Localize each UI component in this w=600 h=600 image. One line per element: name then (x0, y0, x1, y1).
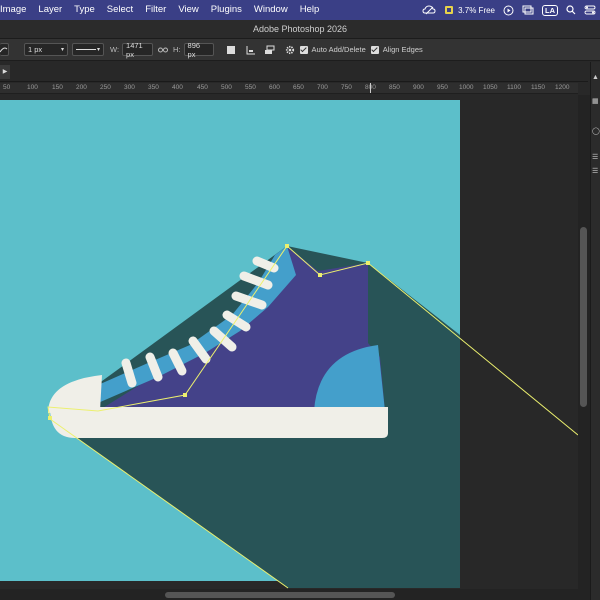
artboard[interactable] (0, 95, 578, 600)
stroke-width-value: 1 px (28, 45, 43, 54)
ruler-label: 700 (317, 84, 328, 91)
ruler-label: 450 (197, 84, 208, 91)
horizontal-ruler: 50 100 150 200 250 300 350 400 450 500 5… (0, 83, 578, 94)
ruler-label: 850 (389, 84, 400, 91)
anchor-point[interactable] (318, 273, 322, 277)
ruler-label: 500 (221, 84, 232, 91)
ruler-label: 400 (172, 84, 183, 91)
menu-view[interactable]: View (172, 0, 204, 20)
cpu-status[interactable]: 3.7% Free (444, 3, 495, 17)
vertical-scrollbar[interactable] (578, 95, 590, 600)
chevron-down-icon: ▾ (60, 47, 64, 53)
align-edges-label: Align Edges (382, 45, 423, 54)
horizontal-scrollbar[interactable] (0, 589, 578, 600)
menu-window[interactable]: Window (248, 0, 294, 20)
ruler-label: 950 (437, 84, 448, 91)
memory-icon (444, 3, 454, 17)
ruler-label: 150 (52, 84, 63, 91)
right-panel-strip: ▲ ▦ ◯ ☰ ☰ (590, 62, 600, 600)
vertical-scroll-thumb[interactable] (580, 227, 587, 407)
path-operations-icon[interactable] (226, 45, 236, 55)
height-field[interactable]: 896 px (183, 41, 214, 59)
chevron-right-icon[interactable]: ▶ (0, 65, 10, 79)
input-source-badge[interactable]: LA (542, 4, 558, 16)
ruler-label: 50 (3, 84, 11, 91)
menu-select[interactable]: Select (101, 0, 139, 20)
anchor-point[interactable] (366, 261, 370, 265)
ruler-label: 750 (341, 84, 352, 91)
ruler-label: 1200 (555, 84, 570, 91)
photoshop-window: Image Layer Type Select Filter View Plug… (0, 0, 600, 600)
document-tab-strip: ▶ (0, 62, 588, 82)
adjustments-icon[interactable]: ◯ (592, 128, 600, 136)
status-area: 3.7% Free LA (422, 0, 596, 20)
menu-plugins[interactable]: Plugins (205, 0, 248, 20)
path-alignment-icon[interactable] (246, 45, 256, 55)
ruler-label: 650 (293, 84, 304, 91)
play-circle-icon[interactable] (503, 3, 514, 17)
horizontal-scroll-thumb[interactable] (165, 592, 395, 598)
control-center-icon[interactable] (584, 3, 596, 17)
menu-filter[interactable]: Filter (139, 0, 172, 20)
options-bar: 1 px ▾ ▾ W: 1471 px H: 896 px Auto Add/D… (0, 39, 600, 61)
link-icon[interactable] (158, 46, 169, 54)
ruler-label: 1150 (531, 84, 545, 91)
stroke-line-dropdown[interactable]: ▾ (72, 43, 104, 56)
cloud-sync-icon[interactable] (422, 3, 436, 17)
align-edges-checkbox[interactable] (370, 45, 379, 54)
ruler-label: 100 (27, 84, 38, 91)
window-title: Adobe Photoshop 2026 (0, 20, 600, 39)
panel-collapse-icon[interactable]: ▲ (592, 74, 600, 82)
layers-icon[interactable]: ☰ (592, 154, 600, 162)
menu-help[interactable]: Help (294, 0, 326, 20)
ruler-label: 350 (148, 84, 159, 91)
width-field[interactable]: 1471 px (122, 41, 154, 59)
properties-icon[interactable]: ▦ (592, 98, 600, 106)
ruler-cursor-marker (370, 83, 371, 93)
height-label: H: (173, 45, 181, 54)
ruler-label: 1100 (507, 84, 521, 91)
ruler-label: 600 (269, 84, 280, 91)
menu-list: Image Layer Type Select Filter View Plug… (0, 0, 325, 20)
menubar: Image Layer Type Select Filter View Plug… (0, 0, 600, 20)
channels-icon[interactable]: ☰ (592, 168, 600, 176)
screen-mirror-icon[interactable] (522, 3, 534, 17)
anchor-point[interactable] (183, 393, 187, 397)
shoe-sole (50, 407, 388, 438)
menu-layer[interactable]: Layer (32, 0, 68, 20)
ruler-label: 1000 (459, 84, 474, 91)
auto-add-delete-label: Auto Add/Delete (311, 45, 366, 54)
canvas-workspace[interactable] (0, 95, 578, 600)
chevron-down-icon: ▾ (96, 47, 100, 53)
search-icon[interactable] (566, 3, 576, 17)
auto-add-delete-checkbox[interactable] (299, 45, 308, 54)
anchor-point[interactable] (48, 416, 52, 420)
path-arrangement-icon[interactable] (264, 45, 275, 55)
line-style-icon (76, 49, 96, 50)
ruler-label: 550 (245, 84, 256, 91)
ruler-label: 250 (100, 84, 111, 91)
ruler-label: 900 (413, 84, 424, 91)
gear-icon[interactable] (285, 45, 295, 55)
ruler-label: 1050 (483, 84, 498, 91)
menu-type[interactable]: Type (68, 0, 101, 20)
ruler-label: 300 (124, 84, 135, 91)
stroke-width-dropdown[interactable]: 1 px ▾ (24, 43, 68, 56)
menu-image[interactable]: Image (0, 0, 32, 20)
cpu-free-text: 3.7% Free (458, 5, 495, 15)
lace (121, 358, 137, 388)
stroke-type-icon[interactable] (0, 43, 9, 56)
width-label: W: (110, 45, 120, 54)
ruler-label: 200 (76, 84, 87, 91)
anchor-point[interactable] (285, 244, 289, 248)
